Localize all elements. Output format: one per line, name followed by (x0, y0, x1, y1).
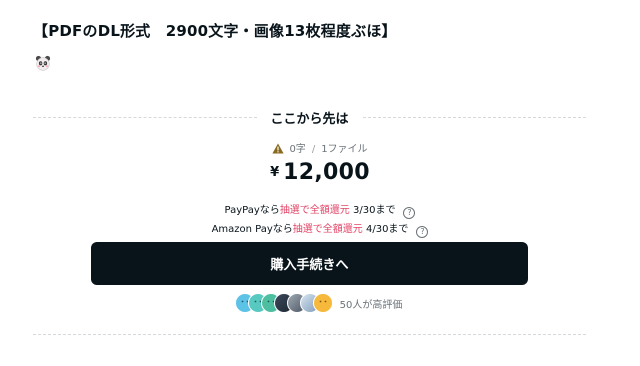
panda-icon (35, 55, 51, 71)
liker-avatars (234, 293, 333, 313)
content-meta: 0字 / 1ファイル (0, 140, 640, 155)
divider-line-left (33, 116, 257, 118)
amazonpay-promo: Amazon Payなら抽選で全額還元 4/30まで? (0, 220, 640, 238)
currency-symbol: ¥ (270, 165, 280, 180)
promo-highlight: 抽選で全額還元 (292, 224, 363, 235)
paypay-promo: PayPayなら抽選で全額還元 3/30まで? (0, 201, 640, 219)
promo-suffix: 3/30まで (349, 205, 396, 216)
divider-line-right (362, 116, 587, 118)
help-icon[interactable]: ? (403, 207, 416, 219)
bottom-divider (33, 334, 586, 335)
promo-highlight: 抽選で全額還元 (279, 205, 350, 216)
smiley-avatar-icon (319, 300, 327, 303)
meta-separator: / (311, 144, 316, 155)
price-amount: 12,000 (283, 160, 370, 185)
promo-prefix: Amazon Payなら (211, 224, 293, 235)
paywall-divider: ここから先は (33, 107, 587, 127)
help-icon[interactable]: ? (416, 226, 429, 238)
price: ¥12,000 (0, 160, 640, 185)
purchase-button[interactable]: 購入手続きへ (91, 242, 528, 285)
likes-count: 50人が高評価 (339, 299, 403, 311)
liker-avatar (312, 293, 333, 313)
likes-summary[interactable]: 50人が高評価 (0, 293, 640, 313)
warning-icon (272, 143, 285, 154)
file-count: 1ファイル (321, 144, 368, 155)
article-title: 【PDFのDL形式 2900文字・画像13枚程度ぶほ】 (33, 22, 397, 40)
promo-suffix: 4/30まで (362, 224, 409, 235)
paywall-label: ここから先は (270, 111, 349, 127)
promo-prefix: PayPayなら (224, 205, 280, 216)
char-count: 0字 (289, 144, 306, 155)
